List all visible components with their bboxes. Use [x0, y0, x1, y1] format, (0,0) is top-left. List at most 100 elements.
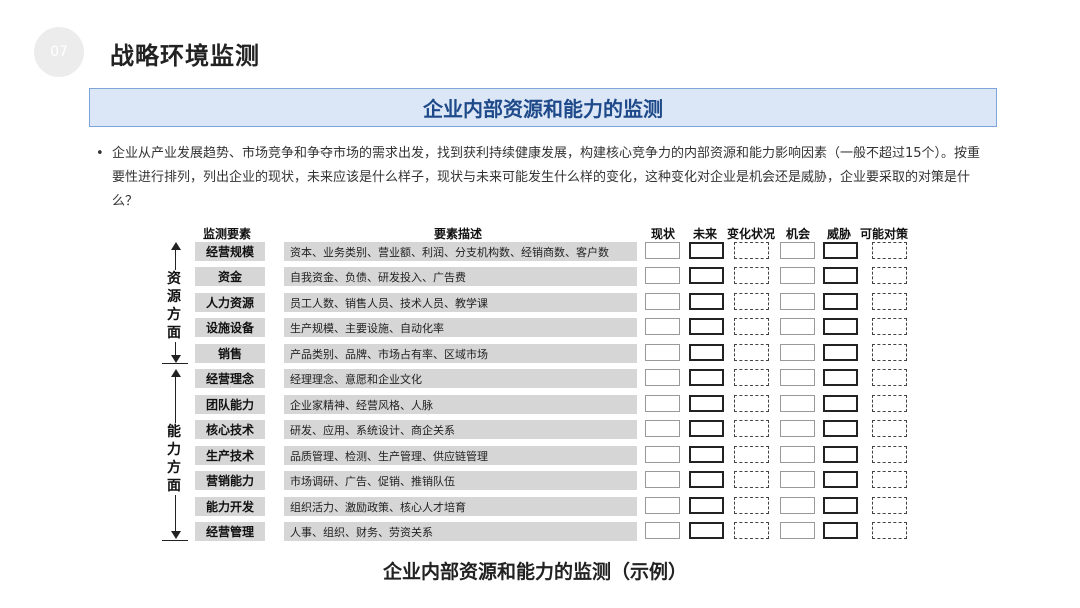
change-box[interactable] [734, 420, 769, 437]
table-row: 经营规模 资本、业务类别、营业额、利润、分支机构数、经销商数、客户数 [0, 242, 1080, 261]
change-box[interactable] [734, 242, 769, 259]
table-row: 生产技术 品质管理、检测、生产管理、供应链管理 [0, 446, 1080, 465]
description-cell: 自我资金、负债、研发投入、广告费 [284, 267, 637, 286]
status-box[interactable] [645, 522, 680, 539]
intro-paragraph: • 企业从产业发展趋势、市场竞争和争夺市场的需求出发，找到获利持续健康发展，构建… [96, 142, 992, 214]
status-box[interactable] [645, 293, 680, 310]
future-box[interactable] [689, 522, 724, 539]
description-cell: 品质管理、检测、生产管理、供应链管理 [284, 446, 637, 465]
future-box[interactable] [689, 344, 724, 361]
table-row: 能力开发 组织活力、激励政策、核心人才培育 [0, 497, 1080, 516]
status-box[interactable] [645, 369, 680, 386]
change-box[interactable] [734, 395, 769, 412]
threat-box[interactable] [823, 420, 858, 437]
action-box[interactable] [872, 497, 907, 514]
action-box[interactable] [872, 344, 907, 361]
table-row: 资金 自我资金、负债、研发投入、广告费 [0, 267, 1080, 286]
change-box[interactable] [734, 497, 769, 514]
future-box[interactable] [689, 497, 724, 514]
intro-text: 企业从产业发展趋势、市场竞争和争夺市场的需求出发，找到获利持续健康发展，构建核心… [112, 146, 981, 209]
factor-cell: 能力开发 [195, 497, 265, 516]
action-box[interactable] [872, 293, 907, 310]
status-box[interactable] [645, 420, 680, 437]
threat-box[interactable] [823, 267, 858, 284]
future-box[interactable] [689, 420, 724, 437]
threat-box[interactable] [823, 497, 858, 514]
factor-cell: 人力资源 [195, 293, 265, 312]
table-row: 销售 产品类别、品牌、市场占有率、区域市场 [0, 344, 1080, 363]
page-title: 战略环境监测 [110, 42, 260, 70]
future-box[interactable] [689, 446, 724, 463]
status-box[interactable] [645, 471, 680, 488]
opportunity-box[interactable] [780, 293, 815, 310]
status-box[interactable] [645, 242, 680, 259]
change-box[interactable] [734, 471, 769, 488]
factor-cell: 营销能力 [195, 471, 265, 490]
header-future: 未来 [693, 227, 718, 241]
factor-cell: 经营规模 [195, 242, 265, 261]
opportunity-box[interactable] [780, 318, 815, 335]
future-box[interactable] [689, 471, 724, 488]
axis-divider [162, 363, 188, 364]
table-row: 团队能力 企业家精神、经营风格、人脉 [0, 395, 1080, 414]
threat-box[interactable] [823, 318, 858, 335]
header-description: 要素描述 [434, 227, 483, 241]
opportunity-box[interactable] [780, 471, 815, 488]
opportunity-box[interactable] [780, 369, 815, 386]
factor-cell: 团队能力 [195, 395, 265, 414]
status-box[interactable] [645, 344, 680, 361]
action-box[interactable] [872, 395, 907, 412]
table-row: 人力资源 员工人数、销售人员、技术人员、教学课 [0, 293, 1080, 312]
action-box[interactable] [872, 242, 907, 259]
threat-box[interactable] [823, 522, 858, 539]
action-box[interactable] [872, 522, 907, 539]
header-status: 现状 [651, 227, 676, 241]
threat-box[interactable] [823, 446, 858, 463]
action-box[interactable] [872, 267, 907, 284]
future-box[interactable] [689, 267, 724, 284]
opportunity-box[interactable] [780, 522, 815, 539]
status-box[interactable] [645, 267, 680, 284]
change-box[interactable] [734, 293, 769, 310]
opportunity-box[interactable] [780, 344, 815, 361]
future-box[interactable] [689, 369, 724, 386]
action-box[interactable] [872, 318, 907, 335]
page-number-badge: 07 [34, 27, 84, 77]
header-factor: 监测要素 [203, 227, 252, 241]
action-box[interactable] [872, 420, 907, 437]
threat-box[interactable] [823, 471, 858, 488]
future-box[interactable] [689, 395, 724, 412]
opportunity-box[interactable] [780, 497, 815, 514]
threat-box[interactable] [823, 344, 858, 361]
future-box[interactable] [689, 293, 724, 310]
future-box[interactable] [689, 242, 724, 259]
change-box[interactable] [734, 446, 769, 463]
status-box[interactable] [645, 318, 680, 335]
threat-box[interactable] [823, 395, 858, 412]
bullet-icon: • [96, 146, 104, 161]
action-box[interactable] [872, 369, 907, 386]
header-change: 变化状况 [727, 227, 776, 241]
status-box[interactable] [645, 497, 680, 514]
change-box[interactable] [734, 318, 769, 335]
change-box[interactable] [734, 369, 769, 386]
header-opportunity: 机会 [786, 227, 811, 241]
change-box[interactable] [734, 344, 769, 361]
opportunity-box[interactable] [780, 420, 815, 437]
opportunity-box[interactable] [780, 395, 815, 412]
action-box[interactable] [872, 446, 907, 463]
threat-box[interactable] [823, 242, 858, 259]
table-row: 经营管理 人事、组织、财务、劳资关系 [0, 522, 1080, 541]
opportunity-box[interactable] [780, 267, 815, 284]
action-box[interactable] [872, 471, 907, 488]
threat-box[interactable] [823, 293, 858, 310]
change-box[interactable] [734, 267, 769, 284]
change-box[interactable] [734, 522, 769, 539]
threat-box[interactable] [823, 369, 858, 386]
future-box[interactable] [689, 318, 724, 335]
description-cell: 人事、组织、财务、劳资关系 [284, 522, 637, 541]
status-box[interactable] [645, 395, 680, 412]
opportunity-box[interactable] [780, 446, 815, 463]
opportunity-box[interactable] [780, 242, 815, 259]
status-box[interactable] [645, 446, 680, 463]
